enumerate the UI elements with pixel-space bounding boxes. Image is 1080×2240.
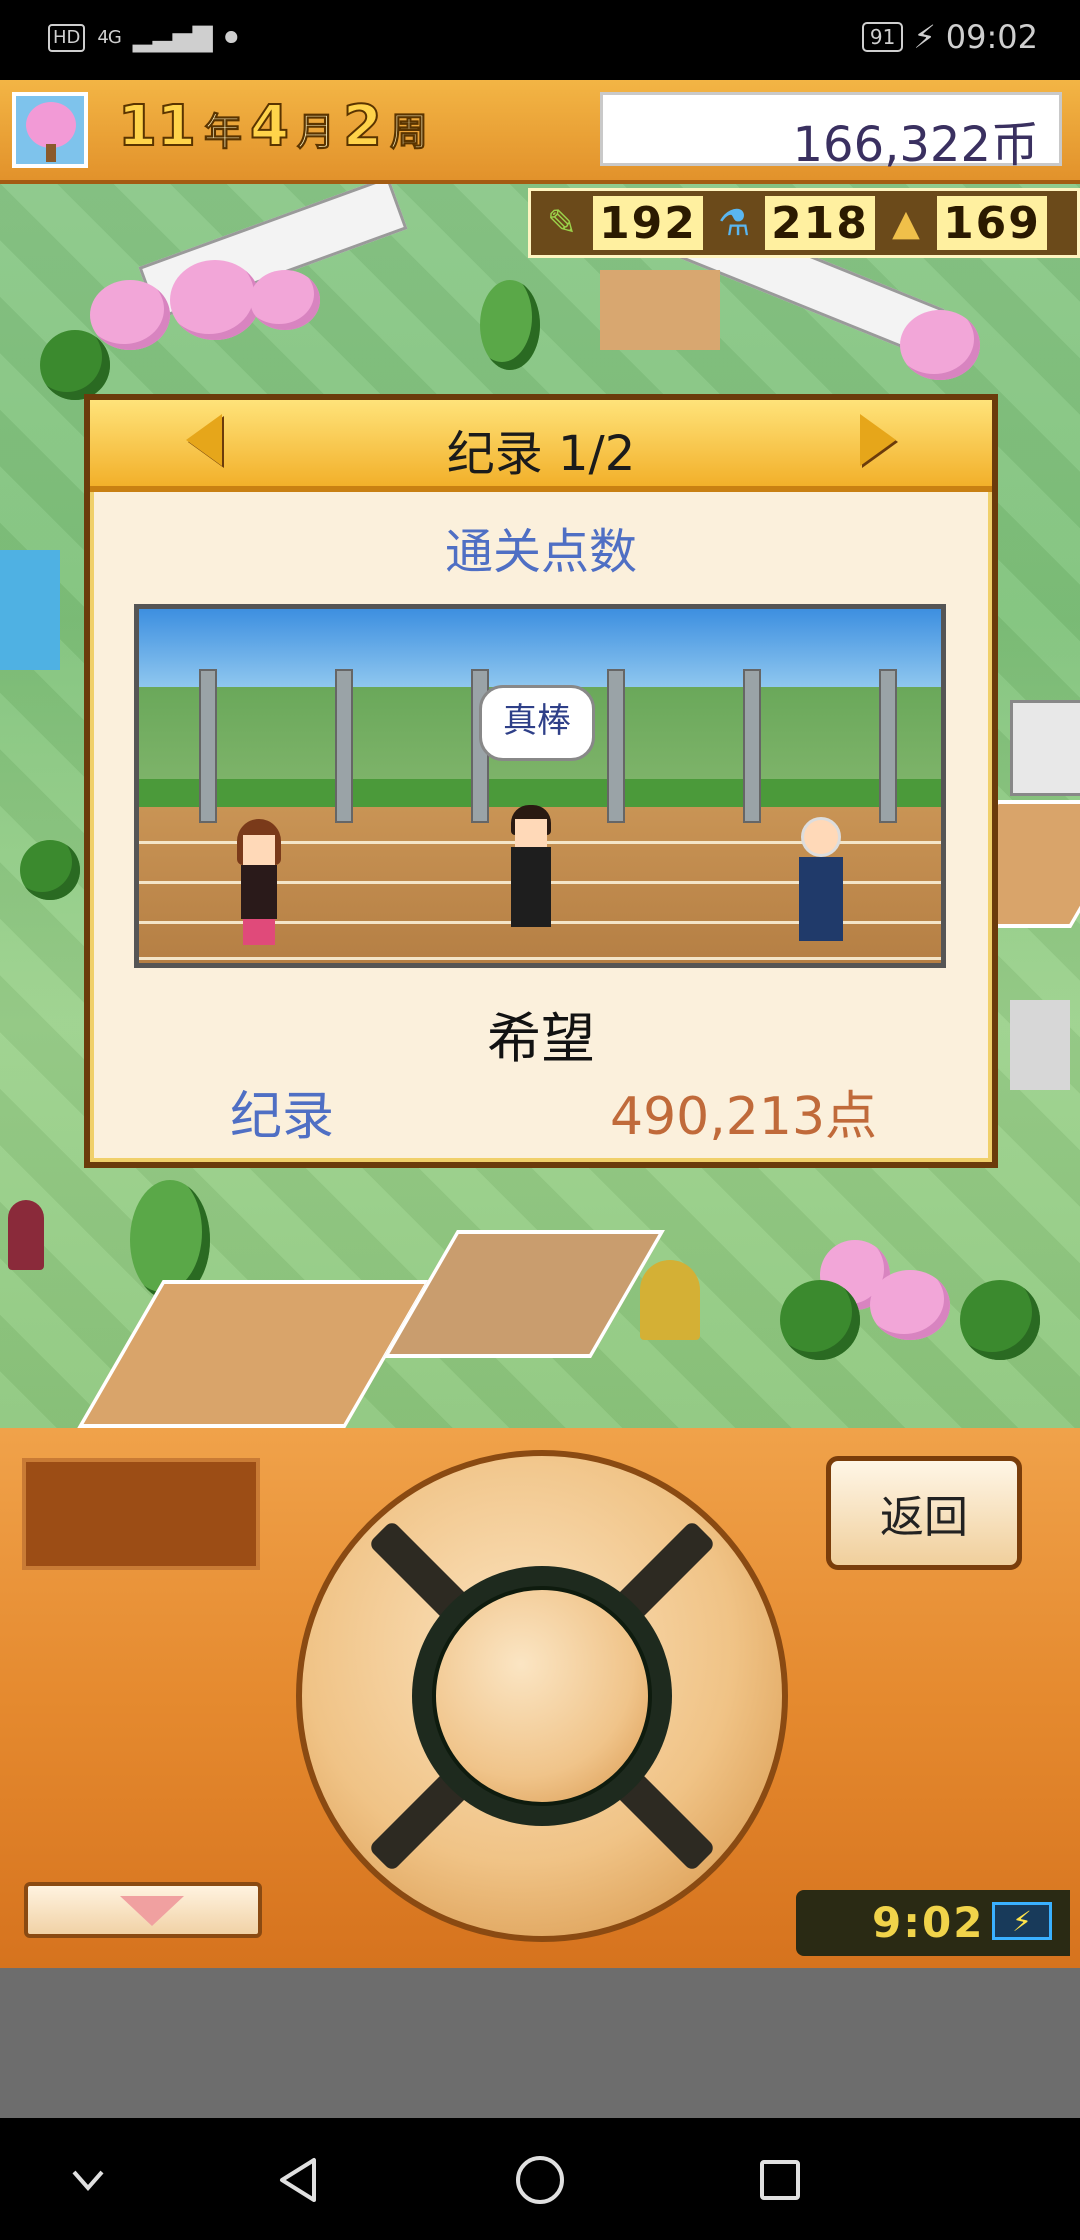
date-year-unit: 年 xyxy=(203,110,242,155)
cherry-tree xyxy=(900,310,980,380)
date-month: 4 xyxy=(249,93,290,160)
stat-sports: 169 xyxy=(937,196,1047,250)
camera-icon: ⏺ xyxy=(224,22,238,52)
back-nav-icon[interactable] xyxy=(268,2148,332,2212)
date-week: 2 xyxy=(342,93,383,160)
down-arrow-icon xyxy=(120,1896,184,1926)
scroll-down-button[interactable] xyxy=(24,1882,262,1938)
farm-pen xyxy=(600,270,720,350)
game-clock-time: 9:02 xyxy=(872,1898,985,1947)
home-nav-icon[interactable] xyxy=(508,2148,572,2212)
stone-lantern xyxy=(1010,1000,1070,1090)
pine-tree xyxy=(960,1280,1040,1360)
speech-bubble: 真棒 xyxy=(479,685,595,761)
network-type: 4G xyxy=(97,27,121,48)
flask-icon: ⚗ xyxy=(717,202,751,244)
collapse-icon[interactable] xyxy=(56,2148,120,2212)
status-time: 09:02 xyxy=(945,18,1038,56)
pine-tree xyxy=(780,1280,860,1360)
record-dialog: 纪录 1/2 通关点数 真棒 希望 纪录 490,213点 xyxy=(84,394,998,1168)
date-month-unit: 月 xyxy=(296,110,335,155)
signal-icon: ▂▃▅▇ xyxy=(132,22,213,53)
back-button[interactable]: 返回 xyxy=(826,1456,1022,1570)
money-display: 166,322币 xyxy=(600,92,1062,173)
date-display: 11 年 4 月 2 周 xyxy=(117,93,428,160)
season-blossom-icon xyxy=(12,92,88,168)
student-girl-sprite xyxy=(235,819,283,949)
stats-bar: ✎ 192 ⚗ 218 ▲ 169 xyxy=(528,188,1080,258)
game-clock: 9:02 ⚡ xyxy=(796,1890,1070,1956)
record-category: 通关点数 xyxy=(444,524,637,580)
battery-level: 91 xyxy=(861,22,904,52)
date-year: 11 xyxy=(117,93,197,160)
money-value: 166,322币 xyxy=(792,117,1040,173)
hd-indicator: HD xyxy=(48,23,86,52)
dpad-center-button[interactable] xyxy=(432,1586,652,1806)
record-scene-image: 真棒 xyxy=(134,604,946,968)
pine-tree xyxy=(20,840,80,900)
cherry-tree xyxy=(170,260,260,340)
empty-area xyxy=(0,1968,1080,2118)
principal-sprite xyxy=(795,817,847,945)
empty-slot-panel xyxy=(22,1458,260,1570)
stat-study: 192 xyxy=(593,196,703,250)
classroom-floor xyxy=(77,1280,431,1428)
room-sign xyxy=(1010,700,1080,796)
statue xyxy=(640,1260,700,1340)
record-holder-name: 希望 xyxy=(487,1007,595,1070)
charging-icon: ⚡ xyxy=(913,18,936,56)
cherry-tree xyxy=(90,280,170,350)
date-week-unit: 周 xyxy=(389,110,428,155)
stat-science: 218 xyxy=(765,196,875,250)
bamboo xyxy=(480,280,540,370)
pool-water xyxy=(0,550,60,670)
student-boy-sprite xyxy=(507,805,555,929)
track-floor xyxy=(383,1230,665,1358)
navigation-bar xyxy=(0,2118,1080,2240)
pine-tree xyxy=(40,330,110,400)
recents-nav-icon[interactable] xyxy=(748,2148,812,2212)
student-sprite xyxy=(8,1200,44,1270)
cherry-tree xyxy=(250,270,320,330)
dialog-header: 纪录 1/2 xyxy=(90,400,992,492)
next-page-arrow-icon[interactable] xyxy=(860,414,896,466)
status-bar: HD 4G ▂▃▅▇ ⏺ 91 ⚡ 09:02 xyxy=(0,0,1080,80)
record-value: 490,213点 xyxy=(610,1087,878,1147)
record-label: 纪录 xyxy=(230,1087,335,1147)
battery-charging-icon: ⚡ xyxy=(992,1902,1052,1940)
dialog-title: 纪录 1/2 xyxy=(446,426,636,482)
pencil-icon: ✎ xyxy=(546,202,578,244)
cherry-tree xyxy=(870,1270,950,1340)
cone-icon: ▲ xyxy=(892,202,920,244)
